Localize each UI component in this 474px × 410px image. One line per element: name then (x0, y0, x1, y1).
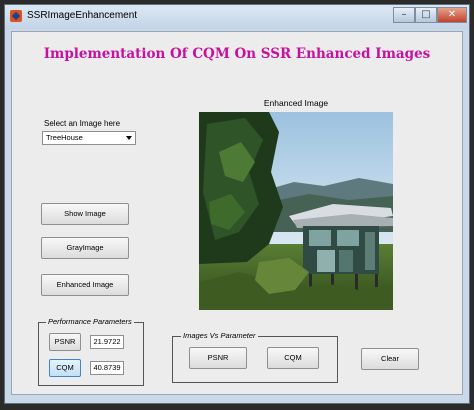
window-title: SSRImageEnhancement (27, 10, 138, 21)
images-vs-parameter-legend: Images Vs Parameter (181, 331, 258, 340)
close-button[interactable]: ✕ (437, 7, 467, 23)
treehouse-image (199, 112, 393, 310)
minimize-button[interactable]: – (393, 7, 415, 23)
select-image-label: Select an Image here (44, 119, 121, 128)
page-title: Implementation Of CQM On SSR Enhanced Im… (43, 46, 431, 62)
figure-area: Implementation Of CQM On SSR Enhanced Im… (11, 31, 463, 395)
performance-parameters-panel: Performance Parameters PSNR 21.9722 CQM … (38, 317, 144, 386)
enhanced-image-button[interactable]: Enhanced Image (41, 274, 129, 296)
show-image-button[interactable]: Show Image (41, 203, 129, 225)
cqm-value: 40.8739 (90, 361, 124, 375)
matlab-icon (10, 10, 22, 22)
cqm-button[interactable]: CQM (49, 359, 81, 377)
enhanced-image-display (199, 112, 393, 310)
psnr-button[interactable]: PSNR (49, 333, 81, 351)
app-window: SSRImageEnhancement – □ ✕ Implementation… (4, 4, 470, 404)
clear-button[interactable]: Clear (361, 348, 419, 370)
title-bar[interactable]: SSRImageEnhancement – □ ✕ (5, 5, 469, 29)
gray-image-button[interactable]: GrayImage (41, 237, 129, 259)
maximize-button[interactable]: □ (415, 7, 437, 23)
plot-cqm-button[interactable]: CQM (267, 347, 319, 369)
chevron-down-icon[interactable] (126, 136, 132, 140)
image-select-dropdown[interactable]: TreeHouse (42, 131, 136, 145)
images-vs-parameter-panel: Images Vs Parameter PSNR CQM (172, 331, 338, 383)
plot-psnr-button[interactable]: PSNR (189, 347, 247, 369)
image-select-value: TreeHouse (46, 133, 83, 142)
enhanced-image-label: Enhanced Image (263, 98, 329, 108)
performance-parameters-legend: Performance Parameters (46, 317, 134, 326)
psnr-value: 21.9722 (90, 335, 124, 349)
